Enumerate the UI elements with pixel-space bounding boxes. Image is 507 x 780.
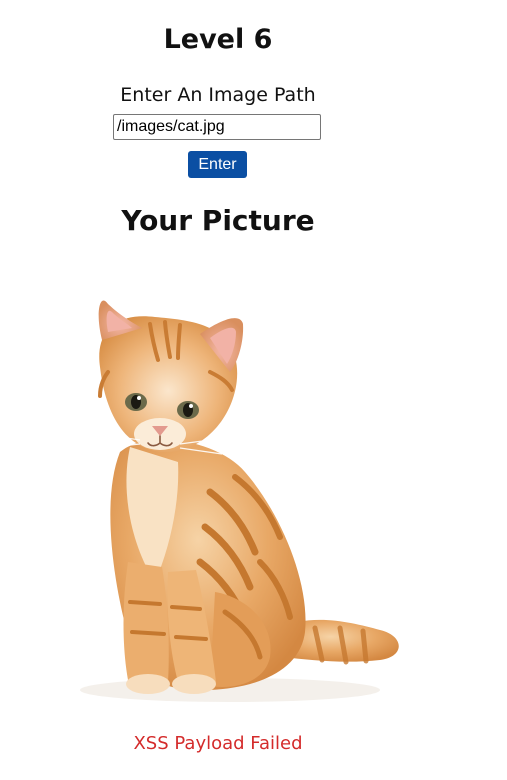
enter-button[interactable]: Enter bbox=[188, 151, 247, 178]
cat-image bbox=[80, 300, 399, 702]
image-path-input[interactable] bbox=[113, 114, 321, 140]
xss-status-message: XSS Payload Failed bbox=[133, 733, 303, 754]
page-title: Level 6 bbox=[163, 24, 273, 55]
image-path-prompt: Enter An Image Path bbox=[120, 84, 316, 106]
picture-heading: Your Picture bbox=[121, 204, 315, 237]
